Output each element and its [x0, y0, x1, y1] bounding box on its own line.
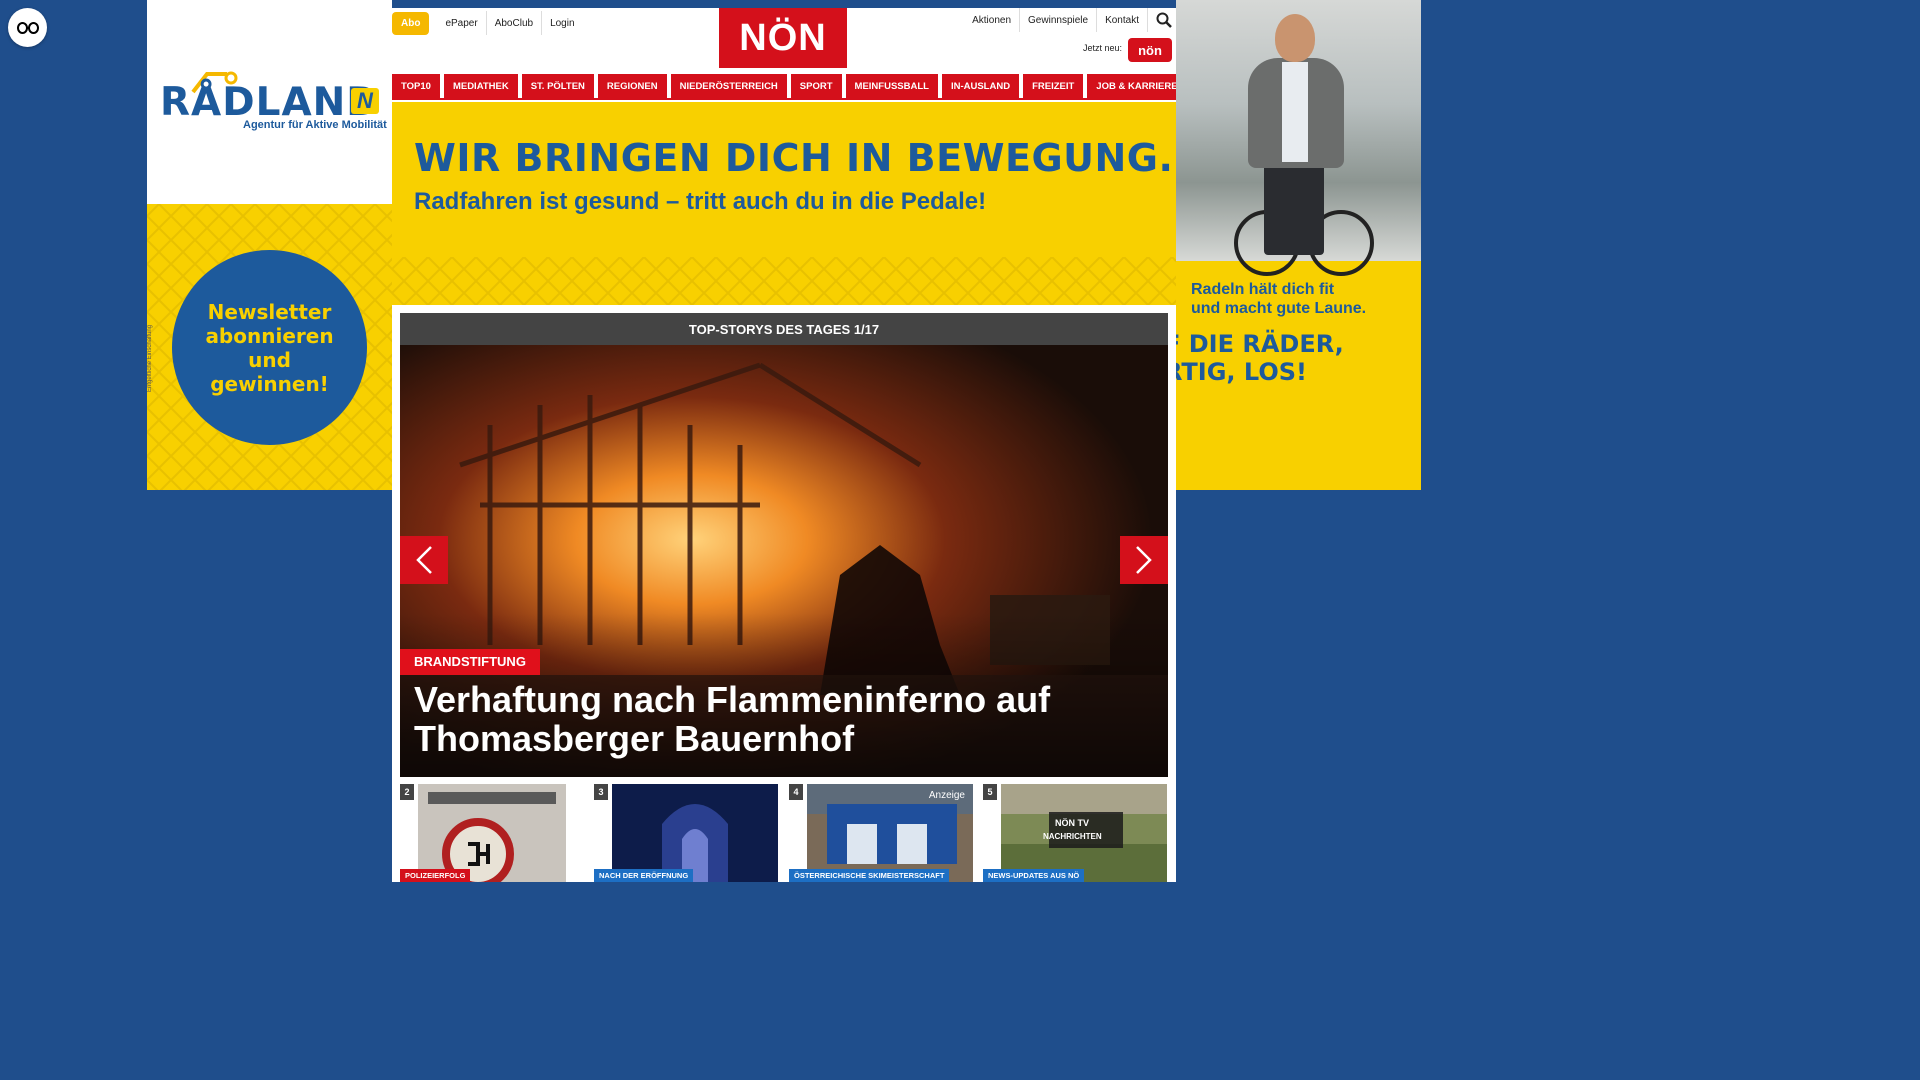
billboard-subline: Radfahren ist gesund – tritt auch du in … — [414, 188, 987, 215]
search-icon[interactable] — [1152, 8, 1176, 32]
slider-header: TOP-STORYS DES TAGES 1/17 — [400, 313, 1168, 345]
nav-top10[interactable]: TOP10 — [392, 74, 440, 98]
gewinnspiele-link[interactable]: Gewinnspiele — [1020, 8, 1098, 32]
billboard-headline: WIR BRINGEN DICH IN BEWEGUNG. — [414, 136, 1174, 180]
teaser-label: NEWS-UPDATES AUS NÖ — [983, 869, 1085, 882]
aktionen-link[interactable]: Aktionen — [964, 8, 1021, 32]
teaser-number: 4 — [789, 784, 803, 800]
ad-tagline: Radeln hält dich fit und macht gute Laun… — [1191, 280, 1366, 318]
newsletter-text: Newsletter abonnieren und gewinnen! — [205, 299, 334, 396]
nav-meinfussball[interactable]: MEINFUSSBALL — [845, 74, 938, 98]
noen-tv-logo: NÖN TV NACHRICHTEN — [1043, 816, 1102, 844]
utility-nav-left: Abo ePaper AboClub Login — [392, 11, 583, 35]
utility-nav-right: Aktionen Gewinnspiele Kontakt — [964, 8, 1176, 32]
radland-subtitle: Agentur für Aktive Mobilität — [243, 119, 387, 131]
nav-freizeit[interactable]: FREIZEIT — [1023, 74, 1084, 98]
abo-button[interactable]: Abo — [392, 11, 430, 35]
anzeige-tag: Anzeige — [928, 790, 965, 801]
teaser-card[interactable]: 5 NÖN TV NACHRICHTEN NEWS-UPDATES AUS NÖ — [983, 784, 1167, 882]
ad-tagline-line-1: Radeln hält dich fit — [1191, 281, 1335, 298]
nav-regionen[interactable]: REGIONEN — [597, 74, 667, 98]
right-skyscraper-ad[interactable]: Radeln hält dich fit und macht gute Laun… — [1176, 0, 1421, 490]
teaser-card[interactable]: 4 Anzeige ÖSTERREICHISCHE SKIMEISTERSCHA… — [789, 784, 973, 882]
slider-next-button[interactable] — [1120, 536, 1168, 584]
kontakt-link[interactable]: Kontakt — [1097, 8, 1148, 32]
teaser-number: 3 — [594, 784, 608, 800]
epaper-link[interactable]: ePaper — [437, 11, 487, 35]
noen-logo[interactable]: NÖN — [719, 8, 847, 68]
billboard-ad[interactable]: WIR BRINGEN DICH IN BEWEGUNG. Radfahren … — [392, 102, 1176, 305]
noe-mark: N — [351, 88, 379, 114]
nav-underline — [392, 98, 1176, 100]
teaser-image — [418, 784, 566, 882]
lattice-pattern — [392, 257, 1176, 305]
newsletter-circle[interactable]: Newsletter abonnieren und gewinnen! — [172, 250, 367, 445]
kleine-noen-badge[interactable]: nön — [1128, 38, 1172, 62]
nav-in-ausland[interactable]: IN-AUSLAND — [941, 74, 1020, 98]
nav-st-poelten[interactable]: ST. PÖLTEN — [521, 74, 594, 98]
slide-title[interactable]: Verhaftung nach Flammeninferno auf Thoma… — [414, 680, 1154, 758]
main-nav: TOP10 MEDIATHEK ST. PÖLTEN REGIONEN NIED… — [392, 74, 1176, 98]
teaser-number: 2 — [400, 784, 414, 800]
nav-sport[interactable]: SPORT — [790, 74, 842, 98]
teaser-number: 5 — [983, 784, 997, 800]
main-column: Abo ePaper AboClub Login NÖN Aktionen Ge… — [392, 0, 1176, 882]
top-stories-slider[interactable]: TOP-STORYS DES TAGES 1/17 BRANDSTIFTUNG … — [400, 313, 1168, 777]
teaser-label: POLIZEIERFOLG — [400, 869, 471, 882]
teaser-card[interactable]: 2 POLIZEIERFOLG — [400, 784, 566, 882]
noen-tv-title: NACHRICHTEN — [1043, 832, 1102, 841]
teaser-label: ÖSTERREICHISCHE SKIMEISTERSCHAFT — [789, 869, 950, 882]
ad-tagline-line-2: und macht gute Laune. — [1191, 300, 1367, 317]
noen-tv-brand: NÖN TV — [1054, 818, 1089, 828]
teaser-row: 2 POLIZEIERFOLG 3 NACH DER ERÖFFNUNG 4 A… — [400, 784, 1168, 882]
cyclist-photo — [1176, 0, 1421, 276]
ad-disclaimer: Entgeltliche Einschaltung — [147, 324, 153, 392]
ad-headline-line-1: F DIE RÄDER, — [1176, 330, 1344, 358]
chevron-right-icon — [1136, 546, 1152, 574]
left-skyscraper-ad[interactable]: RÅDLAND N Agentur für Aktive Mobilität N… — [147, 0, 392, 490]
slider-prev-button[interactable] — [400, 536, 448, 584]
nav-job-karriere[interactable]: JOB & KARRIERE — [1087, 74, 1176, 98]
top-stripe — [392, 0, 1176, 8]
slide-kicker[interactable]: BRANDSTIFTUNG — [400, 649, 540, 675]
teaser-image — [612, 784, 778, 882]
accessibility-button[interactable] — [8, 8, 47, 47]
login-link[interactable]: Login — [542, 11, 582, 35]
aboclub-link[interactable]: AboClub — [487, 11, 543, 35]
teaser-card[interactable]: 3 NACH DER ERÖFFNUNG — [594, 784, 778, 882]
nav-niederoesterreich[interactable]: NIEDERÖSTERREICH — [670, 74, 787, 98]
teaser-label: NACH DER ERÖFFNUNG — [594, 869, 694, 882]
radland-logo-panel: RÅDLAND N Agentur für Aktive Mobilität — [147, 0, 392, 204]
chevron-left-icon — [416, 546, 432, 574]
ad-headline-line-2: RTIG, LOS! — [1176, 358, 1307, 386]
ad-headline: F DIE RÄDER, RTIG, LOS! — [1176, 330, 1344, 386]
nav-mediathek[interactable]: MEDIATHEK — [443, 74, 518, 98]
jetzt-neu-label: Jetzt neu: — [1082, 43, 1122, 53]
eye-glasses-icon — [16, 21, 39, 34]
